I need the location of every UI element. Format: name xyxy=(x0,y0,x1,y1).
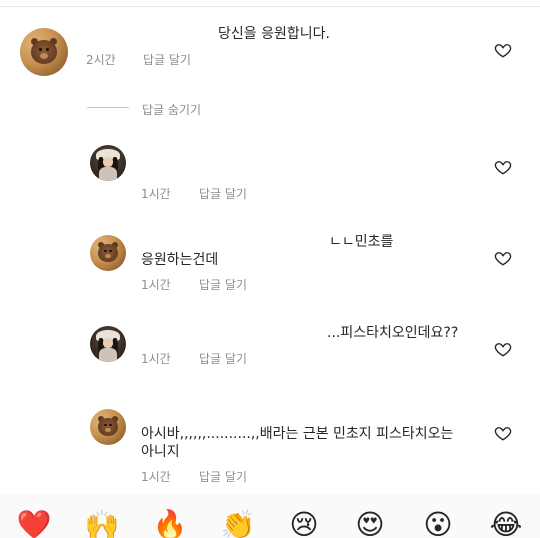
reply-reply-button[interactable]: 답글 달기 xyxy=(199,185,247,202)
reaction-fire[interactable]: 🔥 xyxy=(152,508,188,538)
reaction-open-mouth[interactable]: 😮 xyxy=(420,508,456,538)
hide-replies-line xyxy=(87,107,129,108)
reaction-red-heart[interactable]: ❤️ xyxy=(16,508,52,538)
reply-reply-button[interactable]: 답글 달기 xyxy=(199,350,247,367)
comment-time: 2시간 xyxy=(86,53,116,67)
reaction-crying-face[interactable]: 😢 xyxy=(286,508,322,538)
reply-time: 1시간 xyxy=(141,187,171,201)
reaction-clapping-hands[interactable]: 👏 xyxy=(220,508,256,538)
reply-text-line1: 아시바,,,,,,..........,,배라는 근본 민초지 피스타치오는 xyxy=(141,426,454,442)
quick-reaction-bar: ❤️ 🙌 🔥 👏 😢 😍 😮 😂 xyxy=(0,494,540,538)
comment-text: 당신을 응원합니다. xyxy=(218,26,330,42)
reply-time: 1시간 xyxy=(141,470,171,484)
reply-avatar[interactable] xyxy=(90,235,126,271)
comment-avatar[interactable] xyxy=(20,28,68,76)
reply-like-heart-icon[interactable] xyxy=(494,424,512,442)
reply-like-heart-icon[interactable] xyxy=(494,249,512,267)
reply-avatar[interactable] xyxy=(90,409,126,445)
reaction-tears-of-joy[interactable]: 😂 xyxy=(488,508,524,538)
reply-avatar[interactable] xyxy=(90,326,126,362)
reply-text-line2: 응원하는건데 xyxy=(141,252,219,268)
hide-replies-button[interactable]: 답글 숨기기 xyxy=(142,101,201,118)
reply-text-line2: 아니지 xyxy=(141,444,180,460)
reply-time: 1시간 xyxy=(141,352,171,366)
reply-reply-button[interactable]: 답글 달기 xyxy=(199,276,247,293)
reply-text-line1: ...피스타치오인데요?? xyxy=(327,325,459,341)
top-divider xyxy=(0,6,540,7)
comment-reply-button[interactable]: 답글 달기 xyxy=(143,51,191,68)
comment-like-heart-icon[interactable] xyxy=(494,41,512,59)
reply-time: 1시간 xyxy=(141,278,171,292)
reply-avatar[interactable] xyxy=(90,145,126,181)
reaction-raising-hands[interactable]: 🙌 xyxy=(84,508,120,538)
reply-like-heart-icon[interactable] xyxy=(494,158,512,176)
reply-reply-button[interactable]: 답글 달기 xyxy=(199,468,247,485)
reply-like-heart-icon[interactable] xyxy=(494,340,512,358)
reaction-heart-eyes[interactable]: 😍 xyxy=(352,508,388,538)
reply-text-line1: ㄴㄴ민초를 xyxy=(329,234,394,250)
